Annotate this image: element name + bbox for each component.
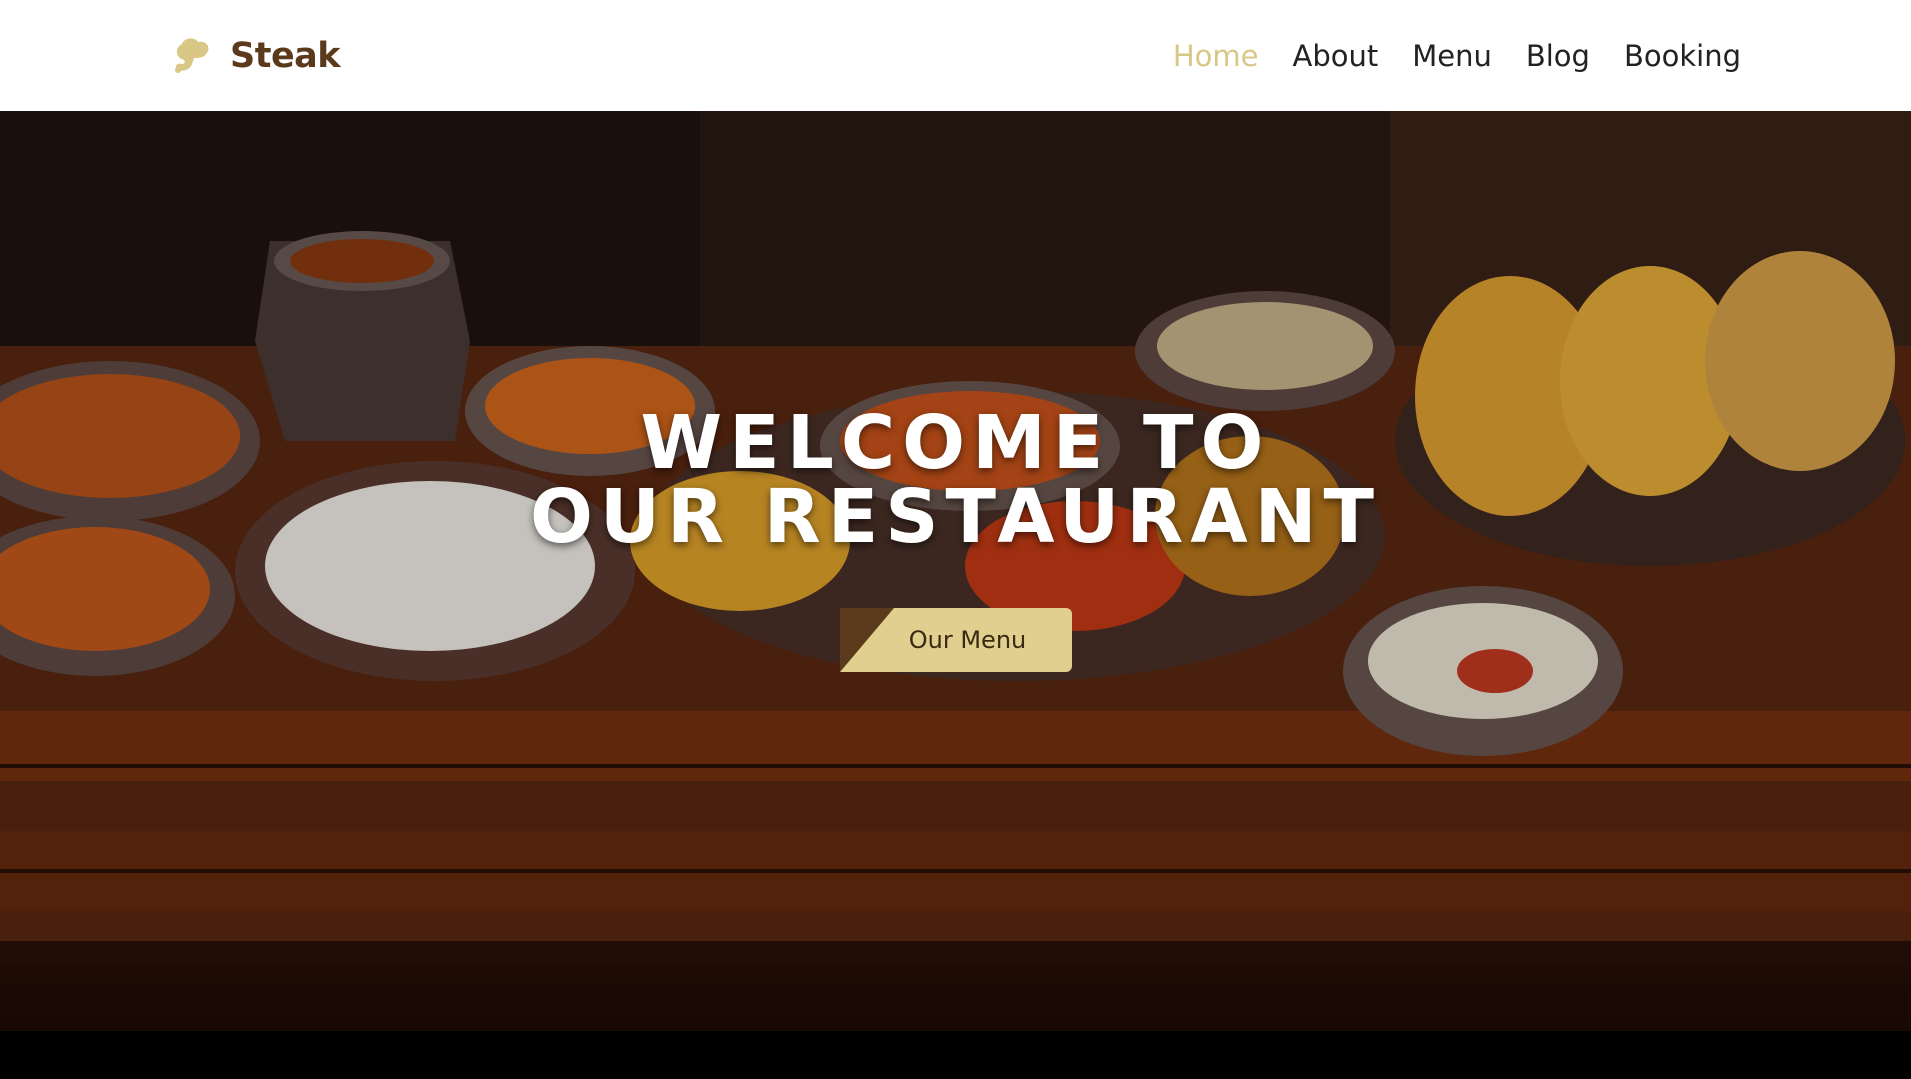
hero-content: WELCOME TO OUR RESTAURANT Our Menu <box>0 406 1911 676</box>
nav-blog[interactable]: Blog <box>1526 39 1590 73</box>
hero-title: WELCOME TO OUR RESTAURANT <box>0 406 1911 554</box>
hero-bottom-band <box>0 1031 1911 1079</box>
brand-logo-link[interactable]: Steak <box>170 34 341 78</box>
nav-menu[interactable]: Menu <box>1412 39 1492 73</box>
nav-home[interactable]: Home <box>1173 39 1259 73</box>
main-nav: Home About Menu Blog Booking <box>1173 39 1741 73</box>
nav-booking[interactable]: Booking <box>1624 39 1741 73</box>
our-menu-button-label: Our Menu <box>908 626 1027 654</box>
hero-title-line-2: OUR RESTAURANT <box>529 474 1382 560</box>
hero-section: WELCOME TO OUR RESTAURANT Our Menu <box>0 111 1911 1079</box>
nav-about[interactable]: About <box>1292 39 1378 73</box>
brand-name: Steak <box>230 35 341 76</box>
our-menu-button[interactable]: Our Menu <box>839 608 1072 672</box>
chef-hat-logo-icon <box>175 37 209 73</box>
site-header: Steak Home About Menu Blog Booking <box>0 0 1911 111</box>
hero-title-line-1: WELCOME TO <box>640 400 1271 486</box>
